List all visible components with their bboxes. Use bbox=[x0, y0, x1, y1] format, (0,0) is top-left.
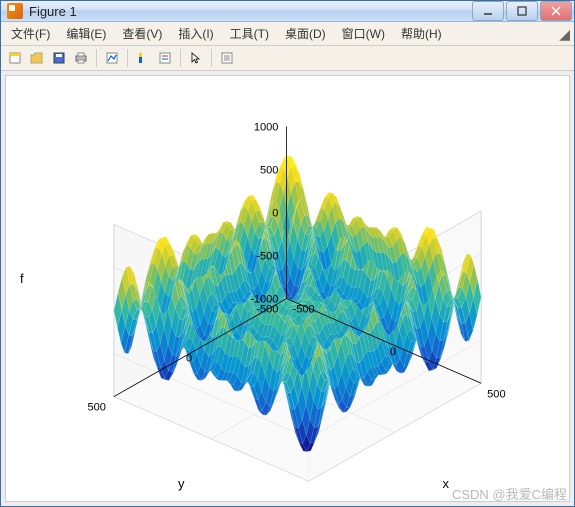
menu-help[interactable]: 帮助(H) bbox=[393, 22, 450, 45]
toolbar bbox=[1, 46, 574, 71]
minimize-button[interactable] bbox=[472, 1, 504, 21]
figure-canvas[interactable]: -1000-50005001000-5000500-5000500 f y x bbox=[5, 75, 570, 502]
toolbar-separator bbox=[211, 49, 212, 67]
save-icon[interactable] bbox=[49, 48, 69, 68]
print-icon[interactable] bbox=[71, 48, 91, 68]
canvas-area: -1000-50005001000-5000500-5000500 f y x bbox=[1, 71, 574, 506]
menu-desktop[interactable]: 桌面(D) bbox=[277, 22, 334, 45]
insert-colorbar-icon[interactable] bbox=[133, 48, 153, 68]
svg-text:0: 0 bbox=[186, 353, 192, 365]
titlebar[interactable]: Figure 1 bbox=[1, 1, 574, 22]
toolbar-separator bbox=[96, 49, 97, 67]
close-button[interactable] bbox=[540, 1, 572, 21]
edit-plot-icon[interactable] bbox=[102, 48, 122, 68]
menu-edit[interactable]: 编辑(E) bbox=[58, 22, 114, 45]
open-icon[interactable] bbox=[27, 48, 47, 68]
z-axis-label: f bbox=[20, 271, 24, 286]
menu-tools[interactable]: 工具(T) bbox=[222, 22, 277, 45]
watermark: CSDN @我爱C编程 bbox=[452, 484, 567, 503]
svg-text:-500: -500 bbox=[256, 304, 278, 316]
menu-file[interactable]: 文件(F) bbox=[3, 22, 58, 45]
menubar: 文件(F) 编辑(E) 查看(V) 插入(I) 工具(T) 桌面(D) 窗口(W… bbox=[1, 22, 574, 46]
surface-plot[interactable]: -1000-50005001000-5000500-5000500 bbox=[6, 76, 569, 501]
menu-overflow-icon[interactable]: ◢ bbox=[559, 26, 570, 43]
insert-legend-icon[interactable] bbox=[155, 48, 175, 68]
svg-text:1000: 1000 bbox=[254, 121, 279, 133]
menu-window[interactable]: 窗口(W) bbox=[334, 22, 393, 45]
window-title: Figure 1 bbox=[29, 4, 470, 19]
svg-text:0: 0 bbox=[390, 346, 396, 358]
matlab-figure-icon bbox=[7, 3, 23, 19]
svg-text:0: 0 bbox=[272, 208, 278, 220]
svg-text:500: 500 bbox=[88, 402, 106, 414]
y-axis-label: y bbox=[178, 476, 185, 491]
svg-text:500: 500 bbox=[487, 388, 505, 400]
toolbar-separator bbox=[127, 49, 128, 67]
svg-text:-500: -500 bbox=[256, 251, 278, 263]
svg-text:500: 500 bbox=[260, 164, 278, 176]
menu-view[interactable]: 查看(V) bbox=[114, 22, 170, 45]
window-controls bbox=[470, 1, 572, 21]
figure-window: Figure 1 文件(F) 编辑(E) 查看(V) 插入(I) 工具(T) 桌… bbox=[0, 0, 575, 507]
maximize-button[interactable] bbox=[506, 1, 538, 21]
pointer-icon[interactable] bbox=[186, 48, 206, 68]
svg-text:-500: -500 bbox=[293, 304, 315, 316]
new-figure-icon[interactable] bbox=[5, 48, 25, 68]
menu-insert[interactable]: 插入(I) bbox=[170, 22, 221, 45]
toolbar-separator bbox=[180, 49, 181, 67]
x-axis-label: x bbox=[443, 476, 450, 491]
property-editor-icon[interactable] bbox=[217, 48, 237, 68]
